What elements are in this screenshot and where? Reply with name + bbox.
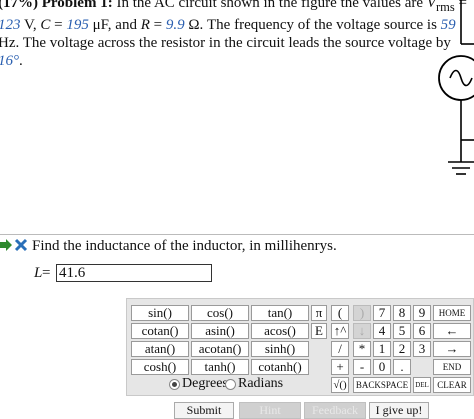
power-up-key[interactable]: ↑^ bbox=[331, 323, 349, 339]
pi-key[interactable]: π bbox=[311, 305, 327, 321]
cross-icon bbox=[14, 238, 28, 252]
clear-key[interactable]: CLEAR bbox=[433, 377, 471, 393]
resistance-symbol: R bbox=[140, 17, 150, 33]
digit-7-key[interactable]: 7 bbox=[373, 305, 391, 321]
arrow-icon bbox=[0, 239, 12, 251]
status-icons bbox=[0, 238, 28, 252]
plus-key[interactable]: + bbox=[331, 359, 349, 375]
cosh-key[interactable]: cosh() bbox=[131, 359, 189, 375]
atan-key[interactable]: atan() bbox=[131, 341, 189, 357]
problem-text-5: Hz. The voltage across the resistor in t… bbox=[0, 35, 451, 51]
problem-label: (17%) Problem 1: bbox=[0, 0, 113, 11]
digit-2-key[interactable]: 2 bbox=[393, 341, 411, 357]
acotan-key[interactable]: acotan() bbox=[191, 341, 249, 357]
problem-text-3: μF, and bbox=[88, 17, 141, 33]
capacitance-symbol: C bbox=[40, 17, 51, 33]
close-paren-key[interactable]: ) bbox=[353, 305, 371, 321]
asin-key[interactable]: asin() bbox=[191, 323, 249, 339]
cotanh-key[interactable]: cotanh() bbox=[251, 359, 309, 375]
cos-key[interactable]: cos() bbox=[191, 305, 249, 321]
problem-statement: (17%) Problem 1: In the AC circuit shown… bbox=[0, 0, 474, 70]
calculator-panel: sin() cos() tan() cotan() asin() acos() … bbox=[126, 298, 474, 396]
decimal-point-key[interactable]: . bbox=[393, 359, 411, 375]
cursor-right-key[interactable]: → bbox=[433, 341, 471, 357]
question-text: Find the inductance of the inductor, in … bbox=[32, 238, 337, 254]
answer-equals: = bbox=[42, 265, 51, 281]
capacitance-equals: = bbox=[50, 17, 67, 33]
feedback-button[interactable]: Feedback bbox=[304, 402, 366, 419]
section-divider bbox=[0, 234, 474, 235]
exponent-e-key[interactable]: E bbox=[311, 323, 327, 339]
cotan-key[interactable]: cotan() bbox=[131, 323, 189, 339]
radians-label: Radians bbox=[238, 376, 284, 391]
phase-value: 16° bbox=[0, 53, 19, 69]
end-key[interactable]: END bbox=[433, 359, 471, 375]
submit-button[interactable]: Submit bbox=[174, 402, 234, 419]
sin-key[interactable]: sin() bbox=[131, 305, 189, 321]
delete-key[interactable]: DEL bbox=[413, 377, 431, 393]
give-up-button[interactable]: I give up! bbox=[369, 402, 429, 419]
ground-icon bbox=[448, 161, 474, 175]
home-key[interactable]: HOME bbox=[433, 305, 471, 321]
sinh-key[interactable]: sinh() bbox=[251, 341, 309, 357]
digit-0-key[interactable]: 0 bbox=[373, 359, 391, 375]
problem-text-2: V, bbox=[20, 17, 41, 33]
power-down-key[interactable]: ↓ bbox=[353, 323, 371, 339]
digit-3-key[interactable]: 3 bbox=[413, 341, 431, 357]
problem-text-4: Ω. The frequency of the voltage source i… bbox=[184, 17, 441, 33]
tanh-key[interactable]: tanh() bbox=[191, 359, 249, 375]
divide-key[interactable]: / bbox=[331, 341, 349, 357]
cursor-left-key[interactable]: ← bbox=[433, 323, 471, 339]
open-paren-key[interactable]: ( bbox=[331, 305, 349, 321]
backspace-key[interactable]: BACKSPACE bbox=[353, 377, 411, 393]
problem-text-6: . bbox=[19, 53, 23, 69]
hint-button[interactable]: Hint bbox=[239, 402, 301, 419]
minus-key[interactable]: - bbox=[353, 359, 371, 375]
problem-text-1: In the AC circuit shown in the figure th… bbox=[116, 0, 427, 11]
radians-radio[interactable] bbox=[225, 379, 236, 390]
circuit-figure bbox=[438, 0, 474, 175]
digit-4-key[interactable]: 4 bbox=[373, 323, 391, 339]
degrees-radio[interactable] bbox=[169, 379, 180, 390]
multiply-key[interactable]: * bbox=[353, 341, 371, 357]
sqrt-key[interactable]: √() bbox=[331, 377, 349, 393]
resistance-value: 9.9 bbox=[165, 17, 185, 33]
ac-source-icon bbox=[438, 55, 474, 101]
answer-input[interactable] bbox=[56, 264, 212, 282]
digit-5-key[interactable]: 5 bbox=[393, 323, 411, 339]
degrees-label: Degrees bbox=[182, 376, 228, 391]
digit-9-key[interactable]: 9 bbox=[413, 305, 431, 321]
tan-key[interactable]: tan() bbox=[251, 305, 309, 321]
capacitance-value: 195 bbox=[66, 17, 89, 33]
acos-key[interactable]: acos() bbox=[251, 323, 309, 339]
digit-1-key[interactable]: 1 bbox=[373, 341, 391, 357]
resistance-equals: = bbox=[149, 17, 166, 33]
digit-6-key[interactable]: 6 bbox=[413, 323, 431, 339]
vrms-value: 123 bbox=[0, 17, 21, 33]
digit-8-key[interactable]: 8 bbox=[393, 305, 411, 321]
